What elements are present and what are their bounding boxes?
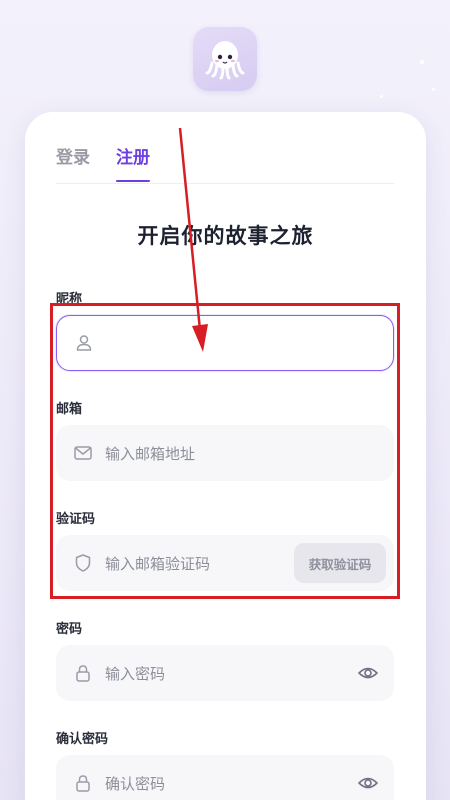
tab-login[interactable]: 登录 bbox=[56, 146, 90, 182]
background-sparkle bbox=[380, 95, 383, 98]
get-code-button[interactable]: 获取验证码 bbox=[294, 543, 386, 583]
confirm-password-placeholder: 确认密码 bbox=[105, 774, 166, 793]
user-icon bbox=[73, 332, 95, 354]
mail-icon bbox=[72, 442, 94, 464]
eye-icon[interactable] bbox=[356, 771, 380, 795]
auth-tabs: 登录 注册 bbox=[56, 146, 394, 184]
code-field[interactable]: 输入邮箱验证码 获取验证码 bbox=[56, 535, 394, 591]
eye-icon[interactable] bbox=[356, 661, 380, 685]
email-label: 邮箱 bbox=[56, 402, 83, 417]
shield-icon bbox=[72, 552, 94, 574]
nickname-input[interactable] bbox=[106, 334, 393, 352]
background-sparkle bbox=[432, 88, 435, 91]
nickname-label: 昵称 bbox=[56, 292, 83, 307]
password-label: 密码 bbox=[56, 622, 83, 637]
email-field[interactable]: 输入邮箱地址 bbox=[56, 425, 394, 481]
app-logo bbox=[193, 27, 257, 91]
password-field[interactable]: 输入密码 bbox=[56, 645, 394, 701]
nickname-field[interactable] bbox=[56, 315, 394, 371]
code-label: 验证码 bbox=[56, 512, 96, 527]
confirm-password-field[interactable]: 确认密码 bbox=[56, 755, 394, 800]
lock-icon bbox=[72, 662, 94, 684]
confirm-password-label: 确认密码 bbox=[56, 732, 109, 747]
tab-register[interactable]: 注册 bbox=[116, 146, 150, 182]
email-placeholder: 输入邮箱地址 bbox=[105, 444, 196, 463]
register-card: 登录 注册 开启你的故事之旅 昵称 邮箱 输入邮箱地址 验证码 输入邮箱验证码 … bbox=[25, 112, 426, 800]
lock-icon bbox=[72, 772, 94, 794]
page-title: 开启你的故事之旅 bbox=[137, 224, 314, 248]
password-placeholder: 输入密码 bbox=[105, 664, 166, 683]
code-placeholder: 输入邮箱验证码 bbox=[105, 554, 211, 573]
background-sparkle bbox=[420, 60, 424, 64]
squid-mascot-icon bbox=[205, 41, 245, 80]
